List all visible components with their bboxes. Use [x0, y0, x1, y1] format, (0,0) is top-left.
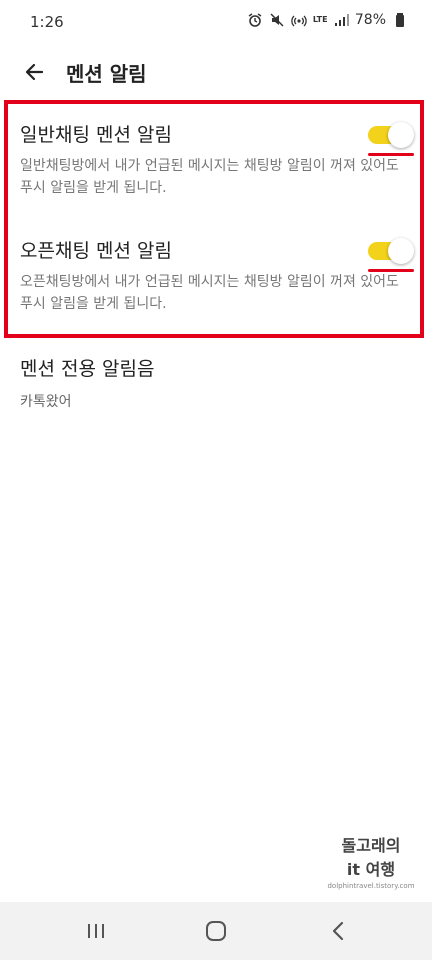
toggle-knob: [388, 238, 414, 264]
setting-general-chat-mention[interactable]: 일반채팅 멘션 알림 일반채팅방에서 내가 언급된 메시지는 채팅방 알림이 꺼…: [20, 120, 420, 199]
general-chat-mention-toggle[interactable]: [368, 122, 414, 148]
signal-icon: [333, 12, 349, 28]
app-bar: 멘션 알림: [0, 44, 432, 100]
annotation-underline: [368, 269, 414, 272]
home-icon: [206, 921, 226, 941]
back-icon: [332, 921, 344, 941]
navigation-bar: [0, 902, 432, 960]
battery-icon: [392, 12, 408, 28]
alarm-icon: [247, 12, 263, 28]
back-arrow-icon: [25, 63, 44, 81]
setting-value: 카톡왔어: [20, 394, 72, 410]
setting-title: 멘션 전용 알림음: [20, 358, 155, 380]
home-button[interactable]: [198, 914, 234, 948]
back-button[interactable]: [14, 52, 54, 92]
status-icons: LTE 78%: [247, 12, 408, 28]
status-time: 1:26: [30, 13, 64, 31]
page-title: 멘션 알림: [66, 62, 147, 86]
setting-description: 오픈채팅방에서 내가 언급된 메시지는 채팅방 알림이 꺼져 있어도 푸시 알림…: [20, 274, 399, 312]
watermark: 돌고래의 it 여행 dolphintravel.tistory.com: [326, 832, 416, 890]
setting-title: 일반채팅 멘션 알림: [20, 124, 172, 146]
recent-apps-icon: [88, 924, 104, 938]
nav-back-button[interactable]: [320, 914, 356, 948]
setting-title: 오픈채팅 멘션 알림: [20, 240, 172, 262]
watermark-site: dolphintravel.tistory.com: [327, 882, 415, 890]
mute-icon: [269, 12, 285, 28]
status-bar: 1:26 LTE 78%: [0, 0, 432, 44]
setting-description: 일반채팅방에서 내가 언급된 메시지는 채팅방 알림이 꺼져 있어도 푸시 알림…: [20, 158, 399, 196]
setting-open-chat-mention[interactable]: 오픈채팅 멘션 알림 오픈채팅방에서 내가 언급된 메시지는 채팅방 알림이 꺼…: [20, 236, 420, 315]
toggle-knob: [388, 122, 414, 148]
setting-mention-sound[interactable]: 멘션 전용 알림음 카톡왔어: [20, 354, 154, 411]
recent-apps-button[interactable]: [78, 914, 114, 948]
watermark-line2: it 여행: [346, 860, 396, 879]
battery-percent: 78%: [354, 12, 386, 28]
hotspot-icon: [291, 12, 307, 28]
open-chat-mention-toggle[interactable]: [368, 238, 414, 264]
lte-icon: LTE: [312, 15, 328, 24]
watermark-line1: 돌고래의: [341, 836, 401, 855]
annotation-underline: [368, 153, 414, 156]
